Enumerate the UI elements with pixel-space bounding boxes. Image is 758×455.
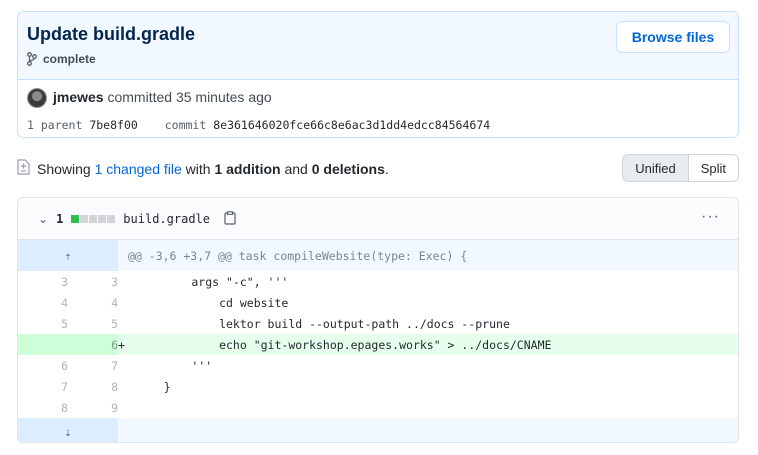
unified-button[interactable]: Unified (622, 154, 689, 182)
new-line-number[interactable]: 5 (68, 313, 118, 334)
diff-line-row: 55 lektor build --output-path ../docs --… (18, 313, 738, 334)
diff-line-row: 6 + echo "git-workshop.epages.works" > ..… (18, 334, 738, 355)
change-count: 1 (56, 212, 64, 226)
diff-sign (118, 271, 136, 292)
hunk-header-row: ⇡ @@ -3,6 +3,7 @@ task compileWebsite(ty… (18, 240, 738, 271)
commit-action-text: committed 35 minutes ago (107, 89, 272, 105)
code-line: echo "git-workshop.epages.works" > ../do… (136, 334, 738, 355)
with-text: with (185, 160, 211, 177)
file-diff-icon (17, 159, 30, 178)
file-header: ⌄ 1 build.gradle ··· (18, 198, 738, 240)
diffstat-neutral-block (107, 215, 116, 223)
new-line-number[interactable]: 8 (68, 376, 118, 397)
commit-summary: Update build.gradle complete Browse file… (17, 11, 739, 138)
diff-sign (118, 355, 136, 376)
copy-icon[interactable] (224, 211, 238, 227)
file-diff: ⌄ 1 build.gradle ··· ⇡ @@ -3,6 +3,7 @@ t… (17, 197, 739, 443)
new-line-number[interactable]: 6 (68, 334, 118, 355)
old-line-number[interactable]: 7 (18, 376, 68, 397)
branch-name[interactable]: complete (43, 52, 96, 66)
commit-label: commit (164, 118, 207, 132)
commit-meta: jmewes committed 35 minutes ago 1 parent… (18, 80, 738, 137)
expand-up-icon[interactable]: ⇡ (18, 240, 118, 271)
commit-sha: 8e361646020fce66c8e6ac3d1dd4edcc84564674 (213, 118, 491, 132)
diff-sign (118, 397, 136, 418)
changed-files-link[interactable]: 1 changed file (95, 161, 182, 177)
avatar[interactable] (27, 88, 47, 108)
and-text: and (284, 160, 308, 177)
browse-files-button[interactable]: Browse files (616, 21, 730, 53)
expand-bottom-row: ⇣ (18, 418, 738, 442)
kebab-menu-icon[interactable]: ··· (701, 208, 720, 226)
additions-count: 1 addition (214, 160, 281, 177)
period-text: . (384, 160, 389, 177)
diffstat-neutral-block (98, 215, 107, 223)
file-name[interactable]: build.gradle (123, 212, 210, 226)
diff-sign (118, 292, 136, 313)
code-line: cd website (136, 295, 289, 310)
code-line (136, 397, 738, 418)
diffstat-neutral-block (89, 215, 98, 223)
expand-down-icon[interactable]: ⇣ (18, 418, 118, 442)
commit-header: Update build.gradle complete Browse file… (18, 12, 738, 80)
old-line-number[interactable]: 3 (18, 271, 68, 292)
code-line: ''' (136, 358, 213, 373)
diff-line-row: 67 ''' (18, 355, 738, 376)
code-line: args "-c", ''' (136, 274, 289, 289)
split-button[interactable]: Split (688, 154, 739, 182)
expand-spacer (118, 418, 738, 442)
new-line-number[interactable]: 7 (68, 355, 118, 376)
chevron-down-icon[interactable]: ⌄ (38, 212, 48, 226)
branch-info: complete (27, 52, 96, 66)
code-line: lektor build --output-path ../docs --pru… (136, 316, 510, 331)
parent-label: 1 parent (27, 118, 83, 132)
code-line: } (136, 379, 171, 394)
sha-line: 1 parent 7be8f00 commit 8e361646020fce66… (27, 118, 490, 132)
new-line-number[interactable]: 3 (68, 271, 118, 292)
view-toggle: Unified Split (622, 154, 739, 182)
author-name[interactable]: jmewes (53, 89, 104, 105)
deletions-count: 0 deletions (311, 160, 385, 177)
old-line-number[interactable]: 5 (18, 313, 68, 334)
new-line-number[interactable]: 4 (68, 292, 118, 313)
diff-line-row: 33 args "-c", ''' (18, 271, 738, 292)
old-line-number[interactable] (18, 334, 68, 355)
diff-toc-bar: Showing 1 changed file with 1 addition a… (17, 154, 739, 184)
diff-line-row: 89 (18, 397, 738, 418)
diff-sign (118, 376, 136, 397)
diffstat-added-block (71, 215, 80, 223)
commit-title: Update build.gradle (27, 24, 196, 44)
old-line-number[interactable]: 8 (18, 397, 68, 418)
parent-sha-link[interactable]: 7be8f00 (89, 118, 137, 132)
diffstat-neutral-block (80, 215, 89, 223)
git-branch-icon (27, 52, 37, 66)
diffstat-blocks (71, 215, 116, 223)
diff-summary: Showing 1 changed file with 1 addition a… (17, 159, 389, 178)
diff-line-row: 78 } (18, 376, 738, 397)
diff-sign (118, 313, 136, 334)
old-line-number[interactable]: 4 (18, 292, 68, 313)
diff-sign: + (118, 334, 136, 355)
new-line-number[interactable]: 9 (68, 397, 118, 418)
author-line: jmewes committed 35 minutes ago (53, 89, 272, 105)
old-line-number[interactable]: 6 (18, 355, 68, 376)
diff-line-row: 44 cd website (18, 292, 738, 313)
showing-text: Showing (37, 160, 91, 177)
hunk-header: @@ -3,6 +3,7 @@ task compileWebsite(type… (118, 240, 738, 271)
diff-table: ⇡ @@ -3,6 +3,7 @@ task compileWebsite(ty… (18, 240, 738, 442)
